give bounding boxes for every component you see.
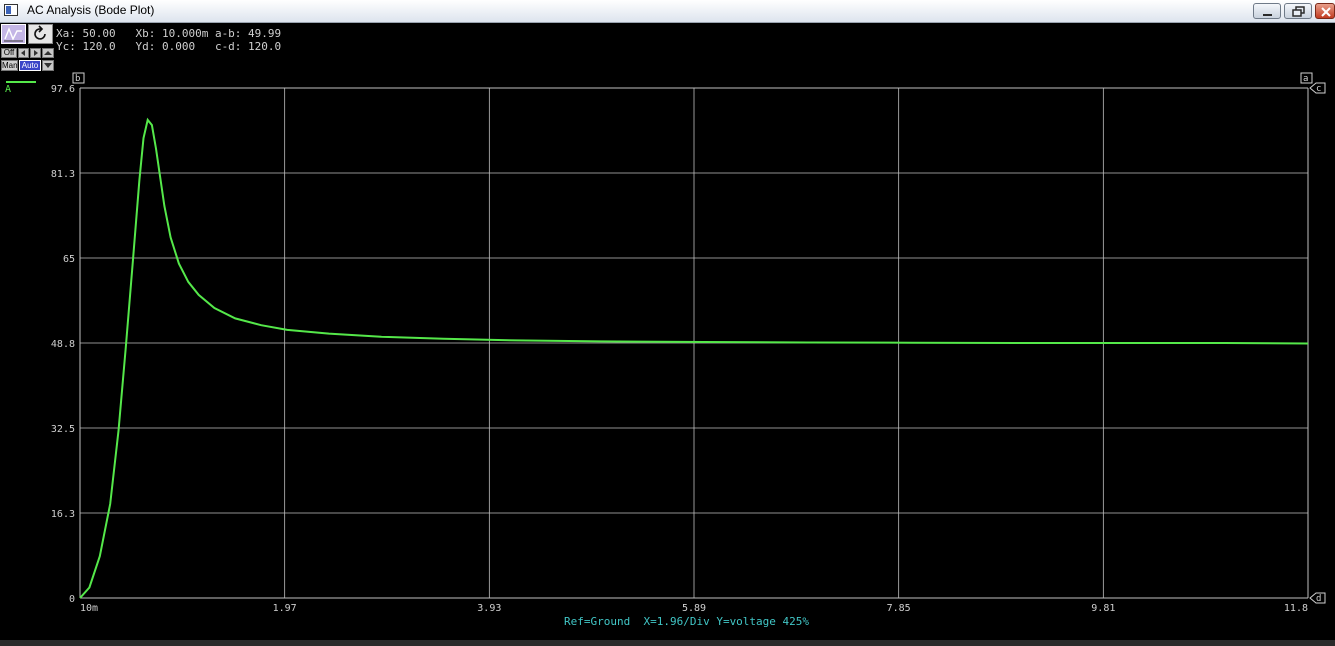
status-text: Ref=Ground X=1.96/Div Y=voltage 425% (564, 615, 810, 628)
y-axis-ticks: 0 16.3 32.5 48.8 65 81.3 97.6 (51, 84, 75, 605)
window-bottom-edge (0, 640, 1335, 646)
svg-text:d: d (1316, 594, 1321, 604)
y-tick-label: 48.8 (51, 339, 75, 350)
cursor-marker-a[interactable]: a (1300, 72, 1313, 84)
x-tick-label: 7.85 (887, 603, 911, 614)
bode-plot-chart[interactable]: 0 16.3 32.5 48.8 65 81.3 97.6 10m 1.97 3.93 5.89 7… (0, 0, 1335, 640)
y-tick-label: 16.3 (51, 509, 75, 520)
cursor-marker-c[interactable]: c (1309, 82, 1326, 94)
y-tick-label: 81.3 (51, 169, 75, 180)
svg-text:a: a (1303, 74, 1308, 84)
x-tick-label: 10m (80, 603, 98, 614)
y-tick-label: 32.5 (51, 424, 75, 435)
y-tick-label: 0 (69, 594, 75, 605)
x-tick-label: 3.93 (477, 603, 501, 614)
y-tick-label: 97.6 (51, 84, 75, 95)
cursor-marker-b[interactable]: b (72, 72, 85, 84)
x-axis-ticks: 10m 1.97 3.93 5.89 7.85 9.81 11.8 (80, 603, 1308, 614)
svg-text:b: b (75, 74, 80, 84)
x-tick-label: 9.81 (1091, 603, 1115, 614)
x-tick-label: 11.8 (1284, 603, 1308, 614)
x-tick-label: 1.97 (273, 603, 297, 614)
svg-text:c: c (1316, 84, 1321, 94)
x-tick-label: 5.89 (682, 603, 706, 614)
cursor-marker-d[interactable]: d (1309, 592, 1326, 604)
y-tick-label: 65 (63, 254, 75, 265)
